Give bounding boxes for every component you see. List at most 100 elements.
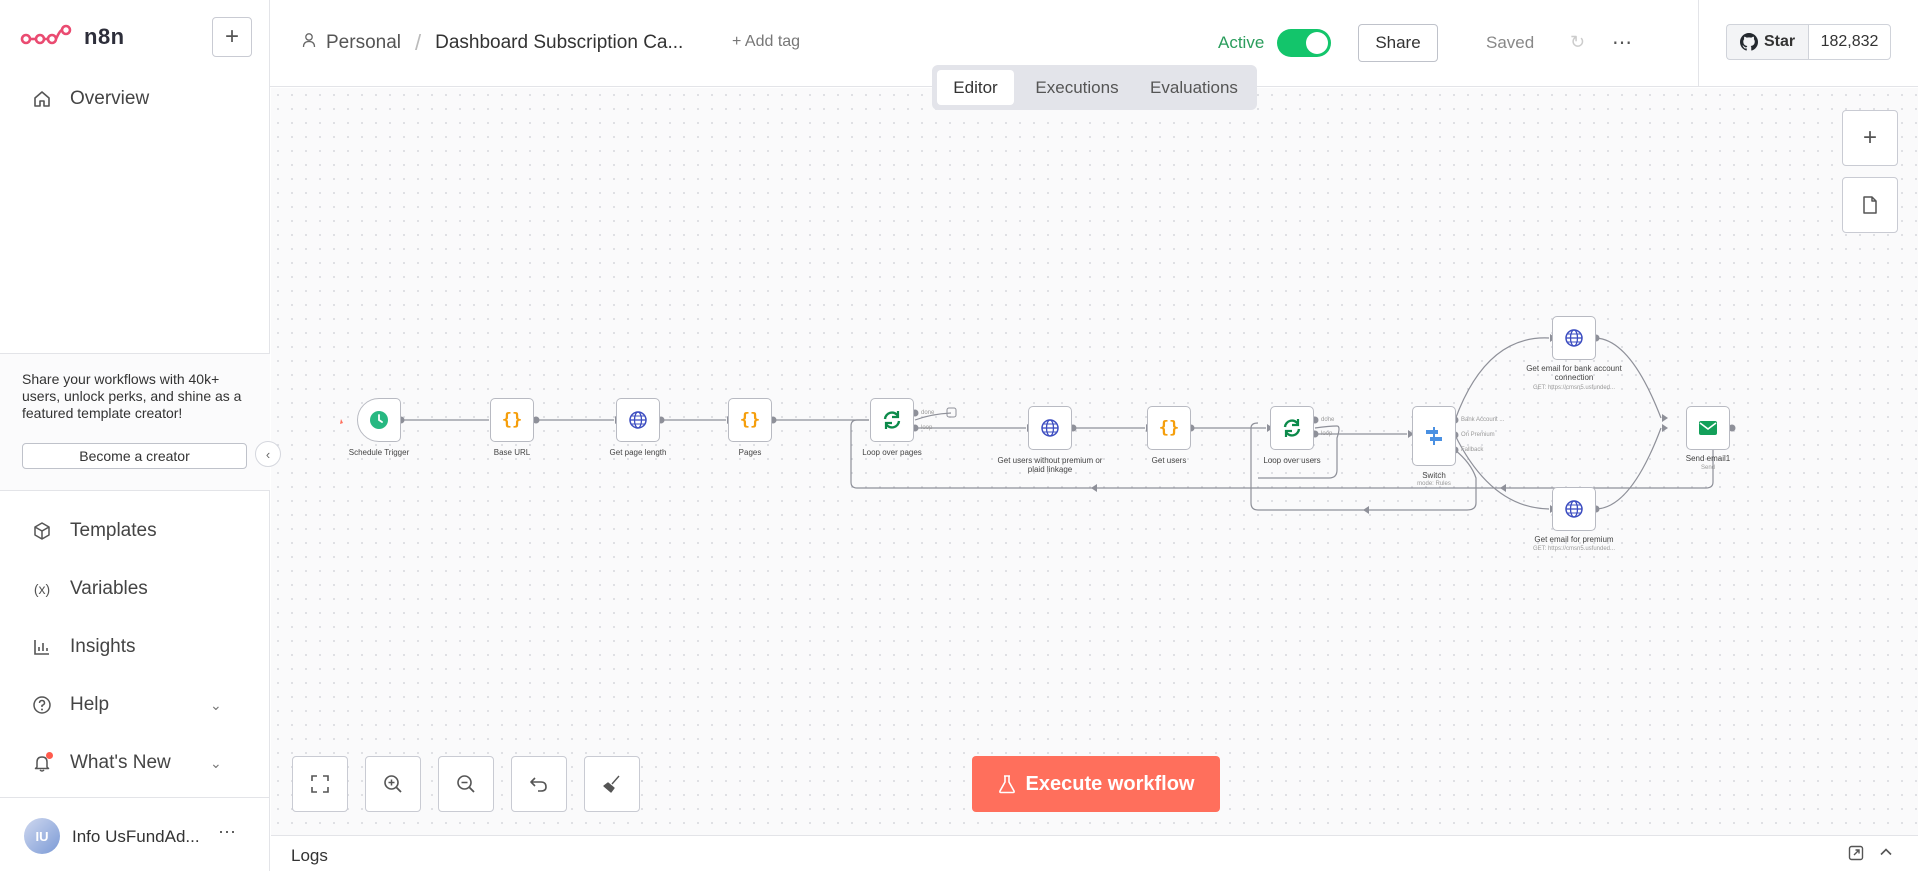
node-label: Get email for premium (1534, 535, 1614, 544)
logs-panel[interactable]: Logs (271, 835, 1918, 871)
chevron-up-icon[interactable] (1879, 845, 1893, 864)
node-label: Send email1 (1685, 454, 1731, 463)
trigger-bolt-icon (340, 419, 343, 424)
nav-whats-new-label: What's New (70, 752, 171, 773)
node-label: Loop over users (1263, 456, 1321, 465)
braces-icon: {} (1158, 418, 1180, 438)
zoom-in-button[interactable] (365, 756, 421, 812)
avatar[interactable]: IU (24, 818, 60, 854)
handle-label-fallback: Fallback (1461, 447, 1484, 453)
node-subtitle: Send (1700, 465, 1715, 471)
nav-whats-new[interactable]: What's New ⌄ (30, 747, 222, 779)
workflow-name[interactable]: Dashboard Subscription Ca... (435, 32, 683, 54)
creator-promo: Share your workflows with 40k+ users, un… (0, 353, 270, 491)
node-get-email-bank[interactable] (1552, 316, 1596, 360)
user-menu[interactable]: IU Info UsFundAd... ⋯ (0, 797, 270, 871)
user-name: Info UsFundAd... (72, 827, 200, 846)
breadcrumb-separator: / (415, 30, 422, 55)
zoom-out-icon (457, 775, 475, 793)
zoom-out-button[interactable] (438, 756, 494, 812)
create-new-button[interactable]: + (212, 17, 252, 57)
share-button[interactable]: Share (1358, 24, 1438, 62)
globe-icon (629, 411, 647, 429)
braces-icon: {} (739, 410, 761, 430)
more-horizontal-icon[interactable]: ⋯ (1612, 30, 1632, 55)
node-get-users[interactable]: {} (1147, 406, 1191, 450)
execute-workflow-button[interactable]: Execute workflow (972, 756, 1220, 812)
handle-label-on-premium: On Premium (1461, 432, 1495, 438)
nav-insights[interactable]: Insights (30, 631, 135, 663)
node-send-email[interactable] (1686, 406, 1730, 450)
node-subtitle: GET: https://cmsn5.usfunded... (1532, 546, 1616, 552)
connection[interactable] (1314, 425, 1338, 429)
github-icon (1739, 33, 1758, 51)
handle-label-loop: loop (921, 425, 933, 431)
add-tag-button[interactable]: + Add tag (732, 33, 800, 51)
chevron-left-icon: ‹ (265, 446, 271, 462)
handle-label-done: done (1321, 417, 1335, 423)
nav-help-label: Help (70, 694, 110, 715)
help-icon (30, 693, 54, 717)
tab-executions[interactable]: Executions (1024, 70, 1130, 105)
node-label: Base URL (493, 448, 531, 457)
sidebar: n8n + Overview Share your workflows with… (0, 0, 270, 871)
node-switch[interactable] (1412, 406, 1456, 466)
fit-view-button[interactable] (292, 756, 348, 812)
reset-zoom-button[interactable] (511, 756, 567, 812)
n8n-logo-icon (20, 24, 72, 45)
home-icon (30, 87, 54, 111)
tab-editor[interactable]: Editor (937, 70, 1014, 105)
undo-icon (530, 777, 547, 792)
nav-overview[interactable]: Overview (30, 83, 149, 115)
user-icon (302, 32, 316, 54)
nav-templates-label: Templates (70, 520, 157, 541)
collapse-sidebar-button[interactable]: ‹ (255, 441, 281, 467)
nav-overview-label: Overview (70, 88, 150, 109)
plus-icon: + (224, 23, 239, 50)
nav-help[interactable]: Help ⌄ (30, 689, 222, 721)
node-loop-over-users[interactable] (1270, 406, 1314, 450)
add-node-handle[interactable] (946, 407, 957, 418)
node-get-page-length[interactable] (616, 398, 660, 442)
nav-variables-label: Variables (70, 578, 148, 599)
braces-icon: {} (501, 410, 523, 430)
chevron-down-icon: ⌄ (210, 754, 222, 771)
github-widget: Star 182,832 (1698, 0, 1918, 87)
history-icon[interactable]: ↻ (1570, 32, 1585, 53)
tidy-up-button[interactable] (584, 756, 640, 812)
github-star-count[interactable]: 182,832 (1808, 24, 1891, 60)
github-star-button[interactable]: Star (1726, 24, 1808, 60)
node-get-users-without-premium[interactable] (1028, 406, 1072, 450)
box-icon (30, 519, 54, 543)
loop-icon (883, 411, 901, 429)
switch-icon (1426, 427, 1442, 445)
active-toggle[interactable] (1277, 29, 1331, 57)
node-get-email-premium[interactable] (1552, 487, 1596, 531)
node-loop-over-pages[interactable] (870, 398, 914, 442)
node-schedule-trigger[interactable] (357, 398, 401, 442)
more-horizontal-icon[interactable]: ⋯ (218, 822, 236, 843)
variable-icon: (x) (33, 581, 51, 597)
tab-evaluations[interactable]: Evaluations (1138, 70, 1250, 105)
sticky-note-button[interactable] (1842, 177, 1898, 233)
add-node-button[interactable]: + (1842, 110, 1898, 166)
node-subtitle: mode: Rules (1417, 481, 1451, 487)
nav-variables[interactable]: (x) Variables (30, 573, 148, 605)
workflow-canvas[interactable]: Schedule Trigger {} Base URL Get page le… (271, 88, 1918, 835)
n8n-logo[interactable]: n8n (20, 20, 125, 54)
nav-templates[interactable]: Templates (30, 515, 157, 547)
project-link[interactable]: Personal (326, 32, 401, 54)
mail-icon (1699, 421, 1717, 435)
plus-icon: + (1862, 124, 1877, 151)
clock-icon (370, 411, 388, 429)
view-tabs: Editor Executions Evaluations (932, 65, 1257, 110)
logs-title: Logs (291, 846, 328, 865)
fullscreen-icon (311, 775, 329, 793)
node-label: Loop over pages (862, 448, 922, 457)
node-pages[interactable]: {} (728, 398, 772, 442)
node-base-url[interactable]: {} (490, 398, 534, 442)
node-label: Schedule Trigger (348, 448, 410, 457)
become-creator-button[interactable]: Become a creator (22, 443, 247, 469)
saved-status: Saved (1486, 33, 1535, 52)
pop-out-icon[interactable] (1848, 845, 1864, 866)
